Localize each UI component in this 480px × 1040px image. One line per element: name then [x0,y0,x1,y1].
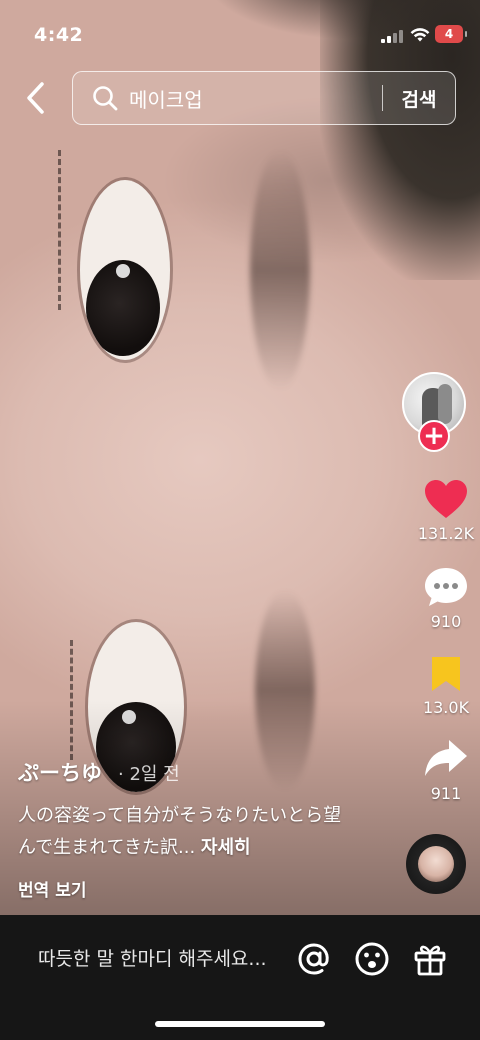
bookmark-icon [432,657,460,691]
see-more-link[interactable]: 자세히 [201,837,251,858]
like-button[interactable]: 131.2K [411,478,480,543]
heart-icon [425,480,467,518]
wifi-icon [410,28,430,42]
video-brow-upper [250,150,310,390]
search-input[interactable]: 메이크업 [129,84,382,113]
search-icon [93,86,118,111]
back-button[interactable] [18,78,52,118]
translate-link[interactable]: 번역 보기 [18,876,86,901]
comment-count: 910 [430,612,462,631]
save-button[interactable]: 13.0K [411,654,480,717]
chevron-left-icon [27,82,44,114]
mention-button[interactable] [296,940,332,978]
music-disc[interactable] [406,834,466,894]
music-cover-image [418,846,454,882]
caption-text: 人の容姿って自分がそうなりたいとら望んで生まれてきた訳... [18,805,342,858]
comment-button[interactable]: 910 [411,566,480,631]
video-eye-upper [80,180,170,360]
post-caption[interactable]: 人の容姿って自分がそうなりたいとら望んで生まれてきた訳... 자세히 [18,800,348,864]
status-time: 4:42 [34,24,84,46]
post-date: · 2일 전 [118,764,180,785]
search-button[interactable]: 검색 [383,85,455,112]
comment-input[interactable]: 따듯한 말 한마디 해주세요... [38,944,267,971]
save-count: 13.0K [422,698,470,717]
share-count: 911 [430,784,462,803]
follow-button[interactable]: + [418,420,450,452]
cellular-signal-icon [381,29,403,43]
home-indicator [155,1021,325,1027]
search-bar[interactable]: 메이크업 검색 [72,71,456,125]
like-count: 131.2K [417,524,475,543]
share-arrow-icon [425,740,467,776]
emoji-button[interactable] [354,940,390,978]
emoji-icon [355,942,389,976]
share-button[interactable]: 911 [411,738,480,803]
battery-indicator: 4 [435,25,467,43]
at-icon [298,943,329,975]
video-lash-upper [58,150,78,310]
gift-icon [414,945,446,976]
gift-button[interactable] [412,940,448,978]
comment-bubble-icon [425,568,467,606]
author-name[interactable]: ぷーちゆ [18,757,102,787]
